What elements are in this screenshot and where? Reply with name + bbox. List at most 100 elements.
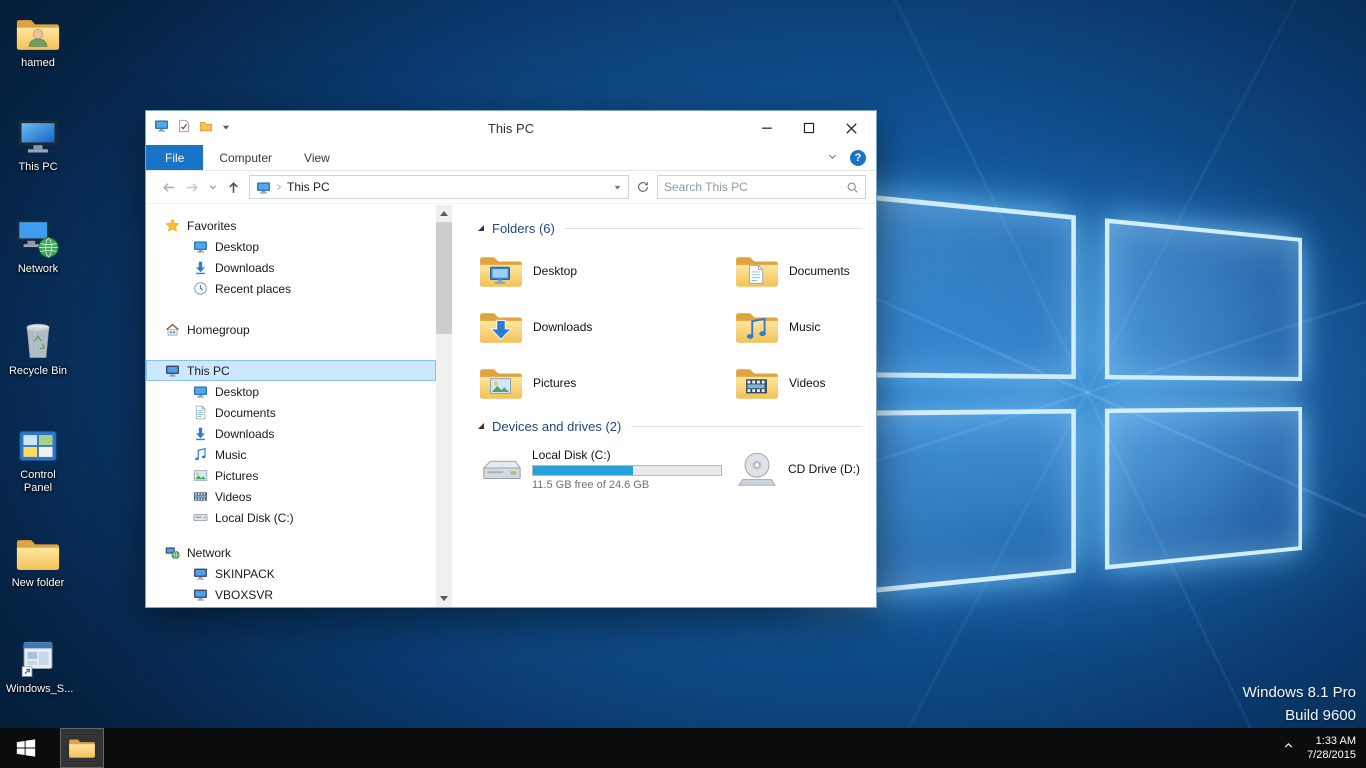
tab-file[interactable]: File xyxy=(146,145,203,170)
show-hidden-icons-chevron-icon[interactable] xyxy=(1282,739,1295,757)
sidebar-item-pc-videos[interactable]: Videos xyxy=(146,486,436,507)
maximize-button[interactable] xyxy=(798,117,820,139)
customize-toolbar-chevron-icon[interactable] xyxy=(221,119,231,137)
tab-computer[interactable]: Computer xyxy=(203,145,288,170)
sidebar-item-this-pc[interactable]: This PC xyxy=(146,360,436,381)
back-button[interactable] xyxy=(160,179,177,196)
network-icon xyxy=(6,214,70,260)
close-button[interactable] xyxy=(840,117,862,139)
folder-item-documents[interactable]: Documents xyxy=(734,249,876,293)
pictures-icon xyxy=(192,468,208,484)
sidebar-item-favorites[interactable]: Favorites xyxy=(146,215,436,236)
sidebar-item-vboxsvr[interactable]: VBOXSVR xyxy=(146,584,436,605)
clock-date: 7/28/2015 xyxy=(1307,748,1356,762)
sidebar-item-homegroup[interactable]: Homegroup xyxy=(146,319,436,340)
folders-group-header[interactable]: Folders (6) xyxy=(478,217,862,239)
sidebar-item-pc-documents[interactable]: Documents xyxy=(146,402,436,423)
control-panel-icon xyxy=(6,420,70,466)
drives-row: Local Disk (C:) 11.5 GB free of 24.6 GB … xyxy=(478,447,862,491)
sidebar-item-downloads[interactable]: Downloads xyxy=(146,257,436,278)
scroll-up-arrow[interactable] xyxy=(436,205,452,222)
desktop-icon-control-panel[interactable]: Control Panel xyxy=(6,420,70,495)
address-bar[interactable]: This PC xyxy=(249,175,629,199)
folder-item-downloads[interactable]: Downloads xyxy=(478,305,734,349)
windows-flag-icon xyxy=(15,737,37,759)
refresh-button[interactable] xyxy=(636,180,650,194)
folder-item-pictures[interactable]: Pictures xyxy=(478,361,734,405)
cd-drive-icon xyxy=(734,449,780,489)
new-folder-icon[interactable] xyxy=(199,119,213,138)
forward-button[interactable] xyxy=(184,179,201,196)
star-icon xyxy=(164,218,180,234)
sidebar-item-network[interactable]: Network xyxy=(146,542,436,563)
homegroup-icon xyxy=(164,322,180,338)
recycle-bin-icon xyxy=(6,316,70,362)
videos-folder-icon xyxy=(734,364,780,402)
sidebar-item-recent-places[interactable]: Recent places xyxy=(146,278,436,299)
folder-item-videos[interactable]: Videos xyxy=(734,361,876,405)
desktop-icon xyxy=(192,384,208,400)
desktop-icon-new-folder[interactable]: New folder xyxy=(6,528,70,590)
sidebar-item-pc-music[interactable]: Music xyxy=(146,444,436,465)
scrollbar-thumb[interactable] xyxy=(436,222,452,334)
computer-icon xyxy=(192,566,208,582)
content-pane: Folders (6) Desktop xyxy=(452,205,876,607)
quick-access-toolbar xyxy=(146,118,231,138)
folder-item-desktop[interactable]: Desktop xyxy=(478,249,734,293)
ribbon-right-controls xyxy=(827,145,866,171)
help-icon[interactable] xyxy=(850,150,866,166)
disk-free-space-text: 11.5 GB free of 24.6 GB xyxy=(532,479,722,491)
system-menu-icon[interactable] xyxy=(154,118,169,138)
sidebar-item-skinpack[interactable]: SKINPACK xyxy=(146,563,436,584)
tab-view[interactable]: View xyxy=(288,145,346,170)
caption-buttons xyxy=(756,117,876,139)
documents-folder-icon xyxy=(734,252,780,290)
search-input[interactable] xyxy=(664,180,846,194)
disk-usage-bar xyxy=(532,465,722,476)
explorer-window: This PC File Computer View xyxy=(145,110,877,608)
devices-group-header[interactable]: Devices and drives (2) xyxy=(478,415,862,437)
desktop-icon-recycle-bin[interactable]: Recycle Bin xyxy=(6,316,70,378)
start-button[interactable] xyxy=(0,728,52,768)
search-box xyxy=(657,175,866,199)
sidebar-item-pc-downloads[interactable]: Downloads xyxy=(146,423,436,444)
minimize-button[interactable] xyxy=(756,117,778,139)
recent-locations-chevron-icon[interactable] xyxy=(208,182,218,192)
network-icon xyxy=(164,545,180,561)
downloads-folder-icon xyxy=(478,308,524,346)
address-dropdown-chevron-icon[interactable] xyxy=(613,183,622,192)
computer-icon xyxy=(164,363,180,379)
expand-ribbon-chevron-icon[interactable] xyxy=(827,149,838,167)
drive-item-cd[interactable]: CD Drive (D:) xyxy=(734,447,860,491)
shortcut-icon xyxy=(6,634,70,680)
desktop-icon-windows-s[interactable]: Windows_S... xyxy=(6,634,70,696)
windows-logo-pane xyxy=(1105,218,1302,381)
taskbar-clock[interactable]: 1:33 AM 7/28/2015 xyxy=(1307,734,1356,762)
sidebar-item-pc-desktop[interactable]: Desktop xyxy=(146,381,436,402)
desktop-icon xyxy=(192,239,208,255)
taskbar-file-explorer-button[interactable] xyxy=(60,728,104,768)
clock-icon xyxy=(192,281,208,297)
ribbon-tabs: File Computer View xyxy=(146,145,876,171)
sidebar-scrollbar[interactable] xyxy=(436,205,452,607)
drive-item-local-disk[interactable]: Local Disk (C:) 11.5 GB free of 24.6 GB xyxy=(478,447,734,491)
sidebar-item-pc-local-disk[interactable]: Local Disk (C:) xyxy=(146,507,436,528)
desktop-icon-network[interactable]: Network xyxy=(6,214,70,276)
user-folder-icon xyxy=(6,8,70,54)
properties-icon[interactable] xyxy=(177,119,191,138)
computer-icon xyxy=(192,587,208,603)
build-watermark: Windows 8.1 Pro Build 9600 xyxy=(1243,681,1356,727)
title-bar[interactable]: This PC xyxy=(146,111,876,145)
breadcrumb[interactable]: This PC xyxy=(287,180,330,194)
sidebar-item-pc-pictures[interactable]: Pictures xyxy=(146,465,436,486)
folder-item-music[interactable]: Music xyxy=(734,305,876,349)
scroll-down-arrow[interactable] xyxy=(436,590,452,607)
windows-logo-wallpaper xyxy=(813,189,1302,599)
music-icon xyxy=(192,447,208,463)
desktop-icon-this-pc[interactable]: This PC xyxy=(6,112,70,174)
up-button[interactable] xyxy=(225,179,242,196)
desktop-icon-user-folder[interactable]: hamed xyxy=(6,8,70,70)
sidebar-item-desktop[interactable]: Desktop xyxy=(146,236,436,257)
taskbar: 1:33 AM 7/28/2015 xyxy=(0,728,1366,768)
navigation-bar: This PC xyxy=(146,171,876,204)
